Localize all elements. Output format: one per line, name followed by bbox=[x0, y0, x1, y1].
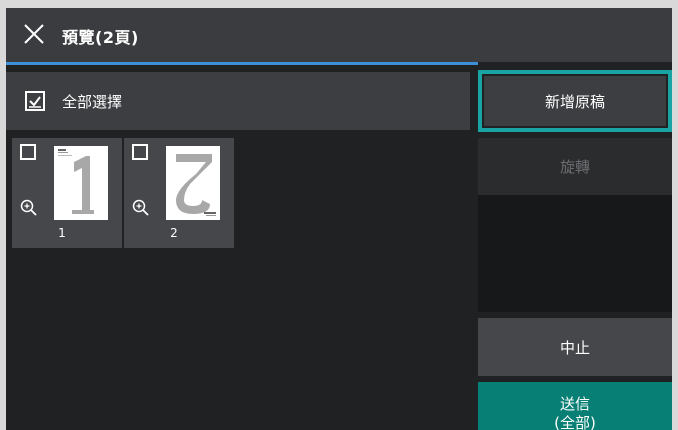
page-thumbnail-1[interactable]: 1 bbox=[12, 138, 122, 248]
page-preview-image bbox=[166, 146, 220, 220]
header-bar: 預覽(2頁) bbox=[6, 8, 672, 62]
close-icon[interactable] bbox=[20, 20, 48, 48]
page-title: 預覽(2頁) bbox=[62, 28, 139, 47]
page-number: 2 bbox=[170, 226, 178, 240]
add-original-label: 新增原稿 bbox=[544, 92, 605, 111]
page-select-checkbox[interactable] bbox=[132, 144, 148, 160]
page-thumbnail-2[interactable]: 2 bbox=[124, 138, 234, 248]
side-panel-spacer bbox=[478, 195, 672, 312]
zoom-in-icon[interactable] bbox=[131, 198, 151, 218]
preview-screen: 預覽(2頁) 全部選擇 1 2 新增原稿 旋轉 中止 送信 (全部) bbox=[6, 8, 672, 430]
select-all-label: 全部選擇 bbox=[62, 93, 123, 111]
send-all-button[interactable]: 送信 (全部) bbox=[478, 382, 672, 430]
checked-checkbox-icon bbox=[24, 90, 46, 112]
rotate-label: 旋轉 bbox=[559, 158, 590, 176]
page-preview-image bbox=[54, 146, 108, 220]
page-number: 1 bbox=[58, 226, 66, 240]
stop-label: 中止 bbox=[559, 338, 590, 357]
rotate-button[interactable]: 旋轉 bbox=[478, 138, 672, 195]
select-all-button[interactable]: 全部選擇 bbox=[6, 72, 470, 130]
send-label: 送信 bbox=[559, 395, 590, 413]
send-scope-label: (全部) bbox=[554, 414, 596, 430]
zoom-in-icon[interactable] bbox=[19, 198, 39, 218]
header-divider bbox=[6, 62, 478, 65]
stop-button[interactable]: 中止 bbox=[478, 318, 672, 376]
page-select-checkbox[interactable] bbox=[20, 144, 36, 160]
add-original-button[interactable]: 新增原稿 bbox=[478, 70, 672, 132]
